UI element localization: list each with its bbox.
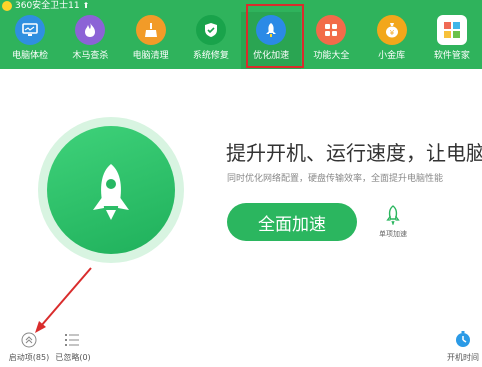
boot-time-button[interactable]: 开机时间 xyxy=(444,330,482,364)
list-icon xyxy=(65,334,79,346)
annotation-arrow xyxy=(35,267,92,333)
boot-time-label: 开机时间 xyxy=(447,353,479,362)
ignored-items-button[interactable]: 已忽略(0) xyxy=(52,330,94,364)
stopwatch-icon xyxy=(456,331,470,347)
ignored-items-label: 已忽略(0) xyxy=(55,353,91,362)
chevron-up-circle-icon xyxy=(21,332,37,348)
startup-items-label: 启动项(85) xyxy=(8,353,50,362)
startup-items-button[interactable]: 启动项(85) xyxy=(6,330,52,364)
